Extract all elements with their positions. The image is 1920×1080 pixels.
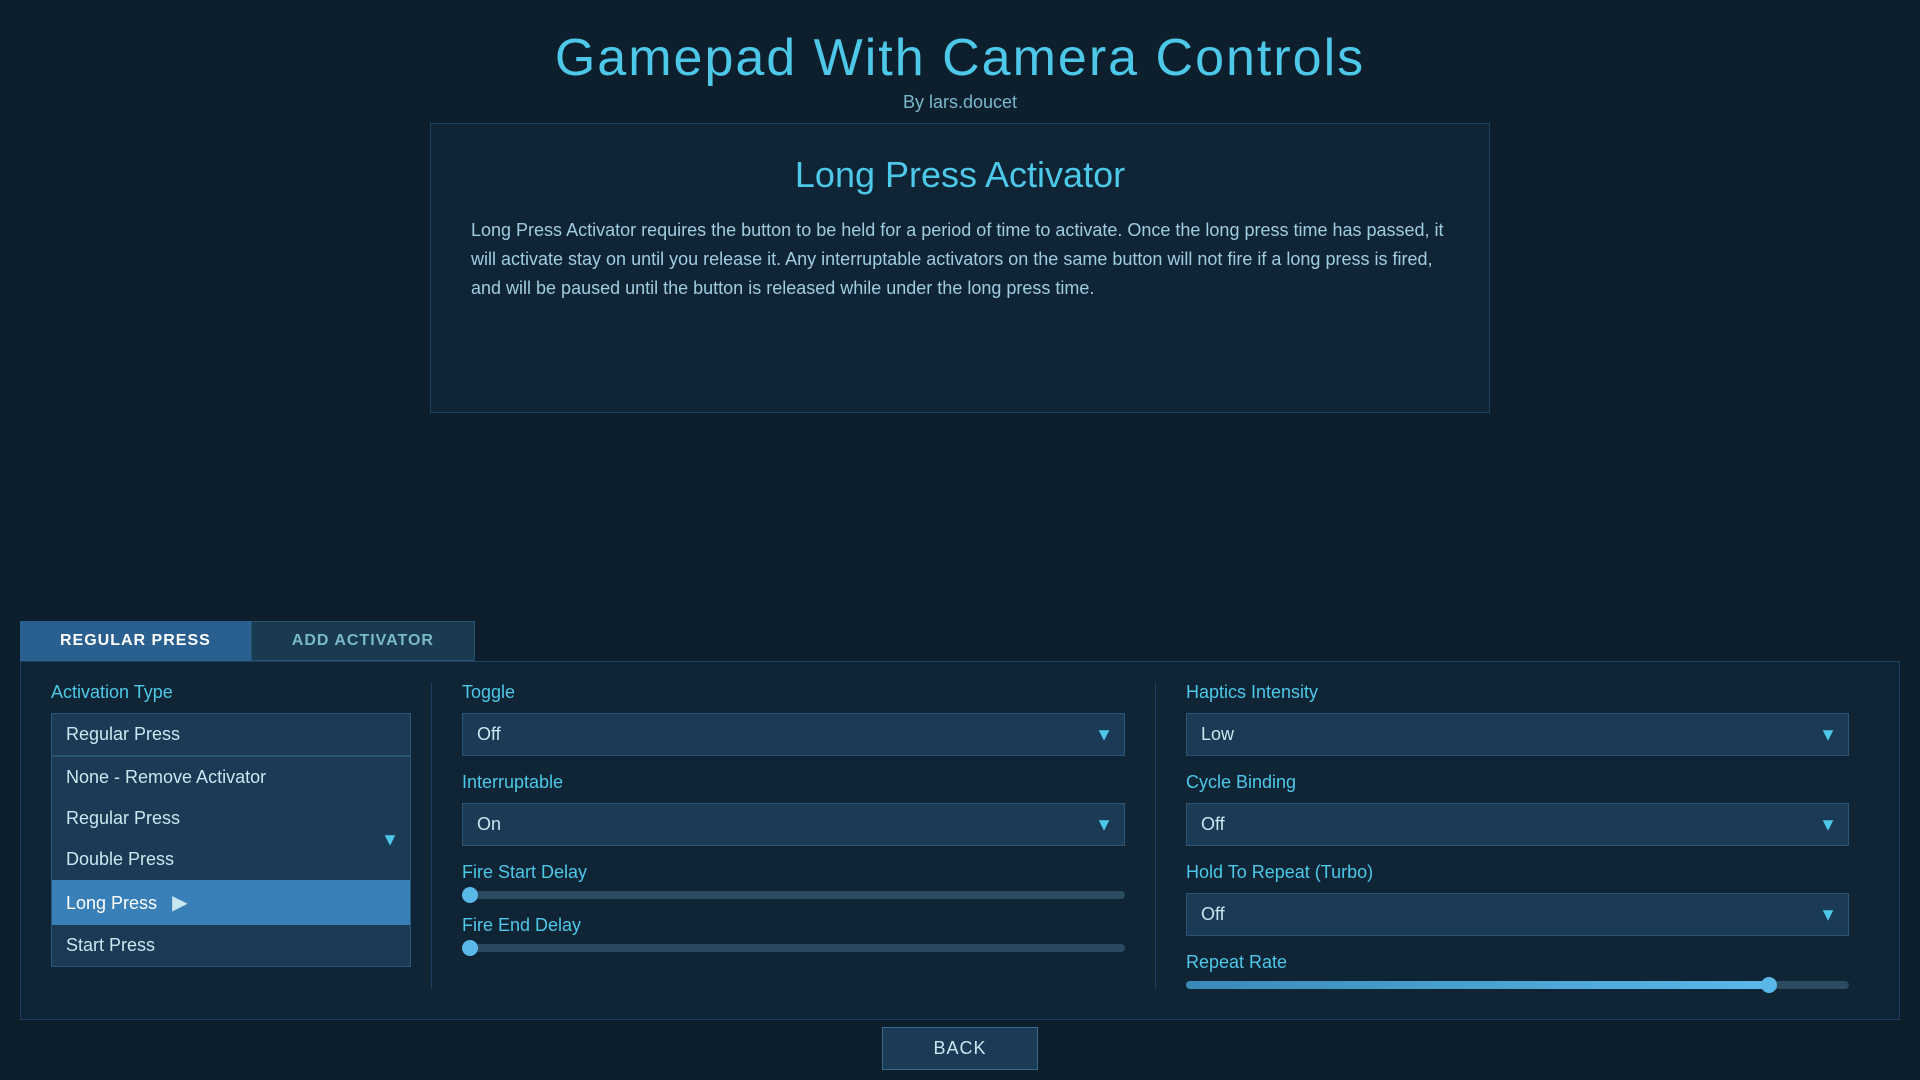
activation-type-dropdown[interactable]: Regular Press ▼ None - Remove Activator … (51, 713, 411, 967)
repeat-rate-track[interactable] (1186, 981, 1849, 989)
hold-to-repeat-value[interactable]: Off (1186, 893, 1849, 936)
fire-start-delay-track[interactable] (462, 891, 1125, 899)
page-subtitle: By lars.doucet (0, 92, 1920, 113)
repeat-rate-section: Repeat Rate (1186, 952, 1849, 989)
cycle-binding-label: Cycle Binding (1186, 772, 1849, 793)
cycle-binding-dropdown[interactable]: Off ▼ (1186, 803, 1849, 846)
page-title-section: Gamepad With Camera Controls By lars.dou… (0, 0, 1920, 123)
fire-start-delay-thumb[interactable] (462, 887, 478, 903)
back-button-row: BACK (0, 1027, 1920, 1070)
cycle-binding-value[interactable]: Off (1186, 803, 1849, 846)
interruptable-label: Interruptable (462, 772, 1125, 793)
fire-end-delay-label: Fire End Delay (462, 915, 1125, 936)
fire-start-delay-section: Fire Start Delay (462, 862, 1125, 899)
page-title: Gamepad With Camera Controls (0, 28, 1920, 88)
tab-add-activator[interactable]: ADD ACTIVATOR (251, 621, 475, 661)
activation-type-label: Activation Type (51, 682, 411, 703)
toggle-label: Toggle (462, 682, 1125, 703)
back-button[interactable]: BACK (882, 1027, 1037, 1070)
haptics-value[interactable]: Low (1186, 713, 1849, 756)
activation-type-list: None - Remove Activator Regular Press Do… (51, 756, 411, 967)
haptics-dropdown[interactable]: Low ▼ (1186, 713, 1849, 756)
fire-start-delay-label: Fire Start Delay (462, 862, 1125, 883)
fire-end-delay-thumb[interactable] (462, 940, 478, 956)
cursor-arrow-icon: ▶ (172, 890, 187, 915)
hold-to-repeat-dropdown[interactable]: Off ▼ (1186, 893, 1849, 936)
toggle-dropdown[interactable]: Off ▼ (462, 713, 1125, 756)
option-start-press[interactable]: Start Press (52, 925, 410, 966)
controls-area: Activation Type Regular Press ▼ None - R… (20, 661, 1900, 1020)
tab-regular-press[interactable]: REGULAR PRESS (20, 621, 251, 661)
option-none-remove[interactable]: None - Remove Activator (52, 757, 410, 798)
interruptable-dropdown[interactable]: On ▼ (462, 803, 1125, 846)
fire-end-delay-section: Fire End Delay (462, 915, 1125, 952)
hold-to-repeat-label: Hold To Repeat (Turbo) (1186, 862, 1849, 883)
middle-col: Toggle Off ▼ Interruptable On ▼ Fire Sta… (431, 682, 1156, 989)
repeat-rate-thumb[interactable] (1761, 977, 1777, 993)
activation-type-selected[interactable]: Regular Press ▼ (51, 713, 411, 756)
toggle-value[interactable]: Off (462, 713, 1125, 756)
panel-title: Long Press Activator (471, 154, 1449, 196)
right-col: Haptics Intensity Low ▼ Cycle Binding Of… (1156, 682, 1869, 989)
activation-type-col: Activation Type Regular Press ▼ None - R… (51, 682, 431, 989)
description-panel: Long Press Activator Long Press Activato… (430, 123, 1490, 413)
option-long-press[interactable]: Long Press ▶ (52, 880, 410, 925)
option-regular-press[interactable]: Regular Press (52, 798, 410, 839)
repeat-rate-fill (1186, 981, 1769, 989)
fire-end-delay-track[interactable] (462, 944, 1125, 952)
bottom-section: REGULAR PRESS ADD ACTIVATOR Activation T… (0, 621, 1920, 1020)
tabs-row: REGULAR PRESS ADD ACTIVATOR (20, 621, 1900, 661)
interruptable-value[interactable]: On (462, 803, 1125, 846)
panel-description: Long Press Activator requires the button… (471, 216, 1449, 302)
repeat-rate-label: Repeat Rate (1186, 952, 1849, 973)
option-double-press[interactable]: Double Press (52, 839, 410, 880)
haptics-label: Haptics Intensity (1186, 682, 1849, 703)
